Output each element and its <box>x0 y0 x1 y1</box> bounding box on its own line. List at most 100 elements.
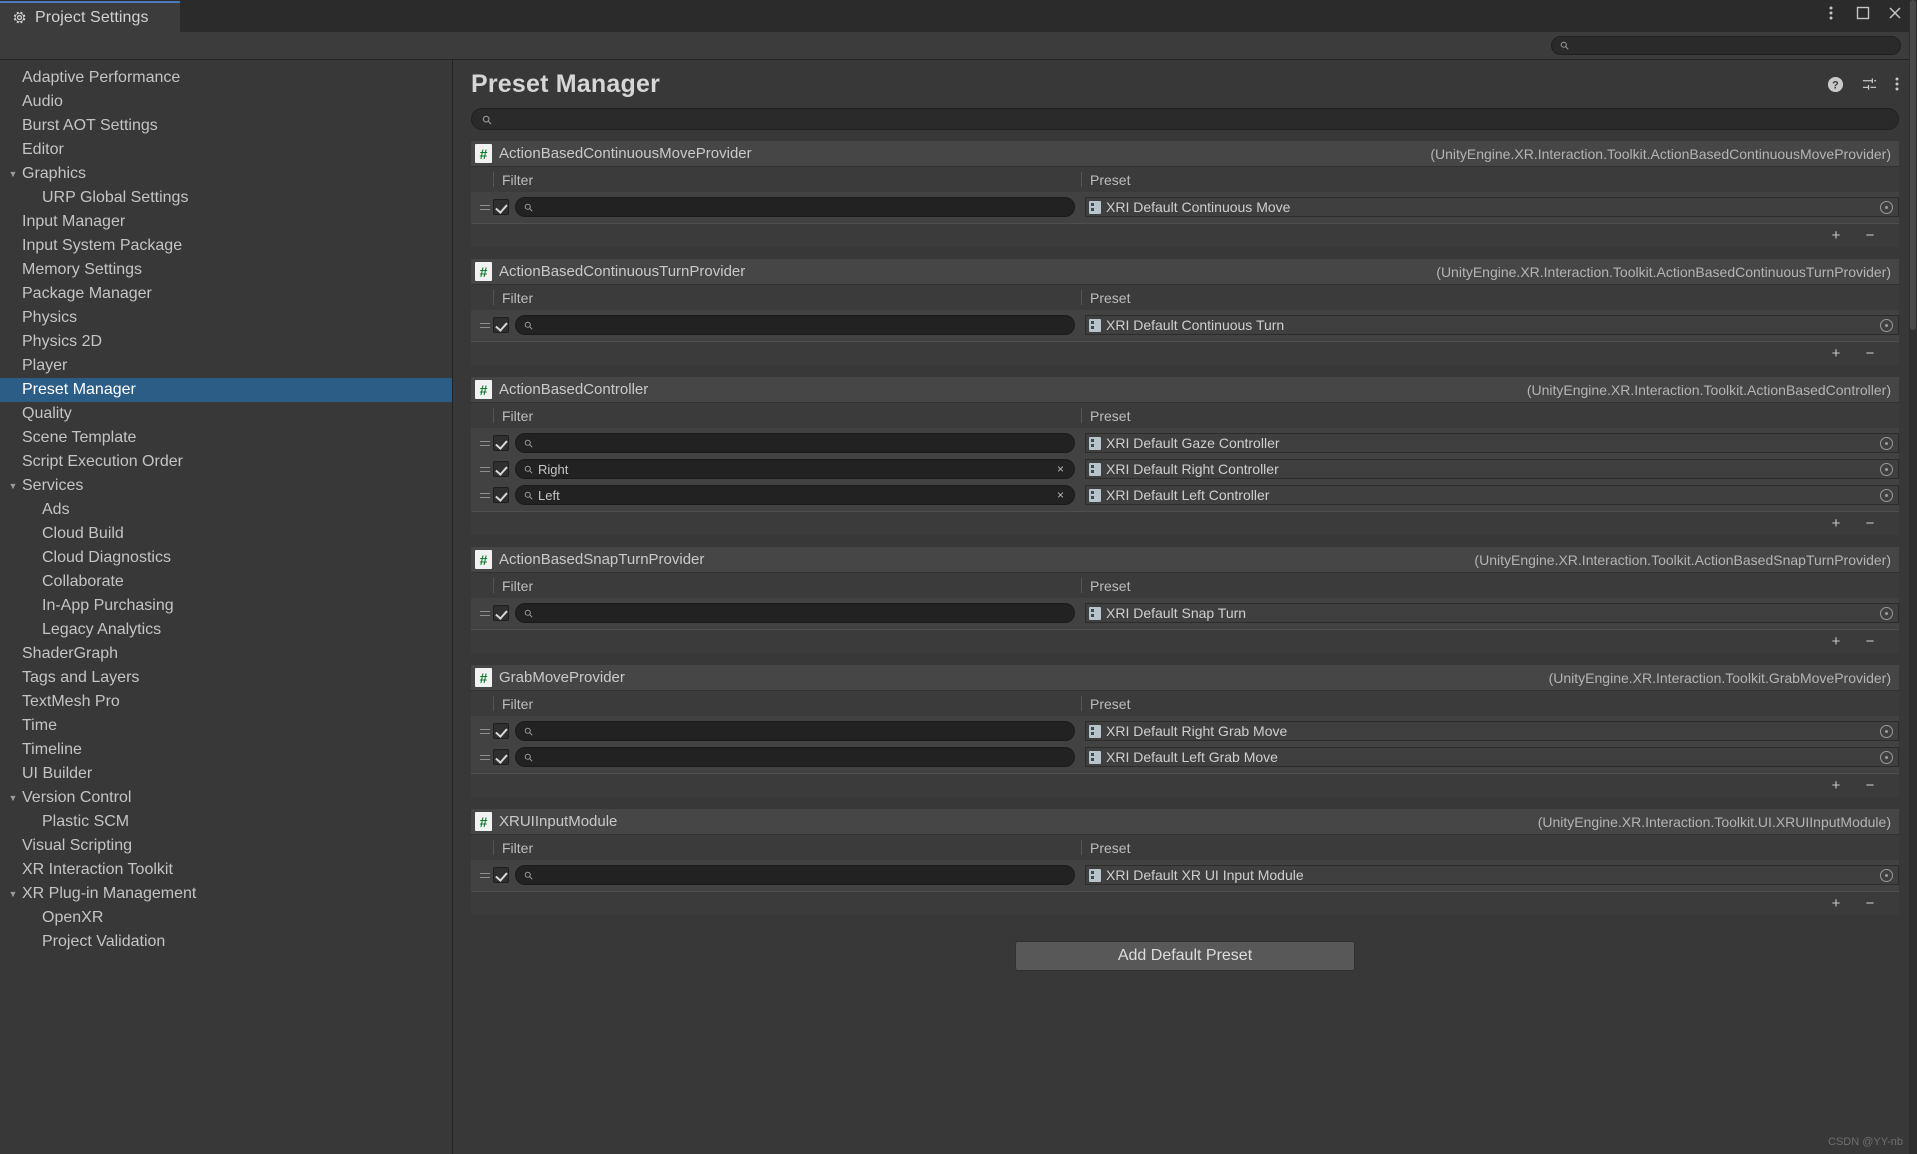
object-picker-icon[interactable] <box>1880 200 1893 214</box>
drag-handle-icon[interactable] <box>477 728 493 734</box>
preset-enabled-checkbox[interactable] <box>493 605 509 621</box>
sidebar-item-editor[interactable]: Editor <box>0 138 452 162</box>
settings-sidebar[interactable]: Adaptive Performance Audio Burst AOT Setti… <box>0 60 453 1154</box>
sidebar-item-openxr[interactable]: OpenXR <box>0 906 452 930</box>
remove-row-button[interactable]: − <box>1853 777 1887 794</box>
filter-input[interactable] <box>515 315 1075 335</box>
remove-row-button[interactable]: − <box>1853 227 1887 244</box>
sidebar-item-cloud-diagnostics[interactable]: Cloud Diagnostics <box>0 546 452 570</box>
preset-search-input[interactable] <box>497 112 1888 126</box>
help-icon[interactable]: ? <box>1827 76 1844 93</box>
drag-handle-icon[interactable] <box>477 872 493 878</box>
add-row-button[interactable]: + <box>1819 345 1853 362</box>
preset-group-header[interactable]: # GrabMoveProvider (UnityEngine.XR.Interac… <box>471 665 1899 691</box>
drag-handle-icon[interactable] <box>477 466 493 472</box>
sidebar-item-quality[interactable]: Quality <box>0 402 452 426</box>
clear-filter-icon[interactable]: × <box>1055 462 1066 476</box>
preset-object-field[interactable]: XRI Default Left Grab Move <box>1085 747 1899 767</box>
sidebar-item-in-app-purchasing[interactable]: In-App Purchasing <box>0 594 452 618</box>
sidebar-item-input-system-package[interactable]: Input System Package <box>0 234 452 258</box>
scrollbar-thumb[interactable] <box>1910 0 1916 330</box>
preset-object-field[interactable]: XRI Default XR UI Input Module <box>1085 865 1899 885</box>
remove-row-button[interactable]: − <box>1853 345 1887 362</box>
preset-enabled-checkbox[interactable] <box>493 435 509 451</box>
maximize-icon[interactable] <box>1855 5 1871 21</box>
preferences-icon[interactable] <box>1861 76 1878 93</box>
object-picker-icon[interactable] <box>1880 436 1893 450</box>
drag-handle-icon[interactable] <box>477 754 493 760</box>
filter-input[interactable] <box>515 721 1075 741</box>
sidebar-item-visual-scripting[interactable]: Visual Scripting <box>0 834 452 858</box>
object-picker-icon[interactable] <box>1880 606 1893 620</box>
object-picker-icon[interactable] <box>1880 318 1893 332</box>
sidebar-item-time[interactable]: Time <box>0 714 452 738</box>
drag-handle-icon[interactable] <box>477 204 493 210</box>
preset-enabled-checkbox[interactable] <box>493 461 509 477</box>
remove-row-button[interactable]: − <box>1853 515 1887 532</box>
object-picker-icon[interactable] <box>1880 488 1893 502</box>
sidebar-item-collaborate[interactable]: Collaborate <box>0 570 452 594</box>
global-search-box[interactable] <box>1551 36 1901 55</box>
chevron-down-icon[interactable]: ▼ <box>6 481 20 491</box>
sidebar-item-audio[interactable]: Audio <box>0 90 452 114</box>
object-picker-icon[interactable] <box>1880 462 1893 476</box>
sidebar-item-urp-global-settings[interactable]: URP Global Settings <box>0 186 452 210</box>
sidebar-item-tags-and-layers[interactable]: Tags and Layers <box>0 666 452 690</box>
drag-handle-icon[interactable] <box>477 610 493 616</box>
sidebar-item-player[interactable]: Player <box>0 354 452 378</box>
sidebar-item-version-control[interactable]: ▼ Version Control <box>0 786 452 810</box>
sidebar-item-timeline[interactable]: Timeline <box>0 738 452 762</box>
sidebar-item-services[interactable]: ▼ Services <box>0 474 452 498</box>
remove-row-button[interactable]: − <box>1853 895 1887 912</box>
vertical-scrollbar[interactable] <box>1909 0 1917 1154</box>
sidebar-item-graphics[interactable]: ▼ Graphics <box>0 162 452 186</box>
add-default-preset-button[interactable]: Add Default Preset <box>1015 941 1355 971</box>
sidebar-item-physics-2d[interactable]: Physics 2D <box>0 330 452 354</box>
preset-object-field[interactable]: XRI Default Continuous Move <box>1085 197 1899 217</box>
drag-handle-icon[interactable] <box>477 492 493 498</box>
filter-input[interactable] <box>515 603 1075 623</box>
object-picker-icon[interactable] <box>1880 750 1893 764</box>
sidebar-item-legacy-analytics[interactable]: Legacy Analytics <box>0 618 452 642</box>
preset-object-field[interactable]: XRI Default Gaze Controller <box>1085 433 1899 453</box>
filter-input[interactable]: Left × <box>515 485 1075 505</box>
preset-object-field[interactable]: XRI Default Continuous Turn <box>1085 315 1899 335</box>
preset-enabled-checkbox[interactable] <box>493 723 509 739</box>
add-row-button[interactable]: + <box>1819 777 1853 794</box>
sidebar-item-scene-template[interactable]: Scene Template <box>0 426 452 450</box>
sidebar-item-script-execution-order[interactable]: Script Execution Order <box>0 450 452 474</box>
preset-object-field[interactable]: XRI Default Right Grab Move <box>1085 721 1899 741</box>
sidebar-item-physics[interactable]: Physics <box>0 306 452 330</box>
sidebar-item-xr-plug-in-management[interactable]: ▼ XR Plug-in Management <box>0 882 452 906</box>
global-search-input[interactable] <box>1574 39 1892 52</box>
tab-project-settings[interactable]: Project Settings <box>0 1 180 32</box>
add-row-button[interactable]: + <box>1819 515 1853 532</box>
sidebar-item-adaptive-performance[interactable]: Adaptive Performance <box>0 66 452 90</box>
sidebar-item-textmesh-pro[interactable]: TextMesh Pro <box>0 690 452 714</box>
preset-search-box[interactable] <box>471 108 1899 130</box>
add-row-button[interactable]: + <box>1819 633 1853 650</box>
preset-enabled-checkbox[interactable] <box>493 487 509 503</box>
sidebar-item-shadergraph[interactable]: ShaderGraph <box>0 642 452 666</box>
preset-enabled-checkbox[interactable] <box>493 317 509 333</box>
sidebar-item-ads[interactable]: Ads <box>0 498 452 522</box>
sidebar-item-burst-aot-settings[interactable]: Burst AOT Settings <box>0 114 452 138</box>
filter-input[interactable] <box>515 865 1075 885</box>
close-icon[interactable] <box>1887 5 1903 21</box>
preset-enabled-checkbox[interactable] <box>493 199 509 215</box>
clear-filter-icon[interactable]: × <box>1055 488 1066 502</box>
chevron-down-icon[interactable]: ▼ <box>6 169 20 179</box>
preset-group-header[interactable]: # ActionBasedSnapTurnProvider (UnityEngine… <box>471 547 1899 573</box>
add-row-button[interactable]: + <box>1819 227 1853 244</box>
drag-handle-icon[interactable] <box>477 440 493 446</box>
sidebar-item-plastic-scm[interactable]: Plastic SCM <box>0 810 452 834</box>
sidebar-item-ui-builder[interactable]: UI Builder <box>0 762 452 786</box>
sidebar-item-input-manager[interactable]: Input Manager <box>0 210 452 234</box>
preset-object-field[interactable]: XRI Default Right Controller <box>1085 459 1899 479</box>
filter-input[interactable] <box>515 197 1075 217</box>
filter-input[interactable] <box>515 433 1075 453</box>
sidebar-item-cloud-build[interactable]: Cloud Build <box>0 522 452 546</box>
sidebar-item-package-manager[interactable]: Package Manager <box>0 282 452 306</box>
sidebar-item-xr-interaction-toolkit[interactable]: XR Interaction Toolkit <box>0 858 452 882</box>
sidebar-item-memory-settings[interactable]: Memory Settings <box>0 258 452 282</box>
